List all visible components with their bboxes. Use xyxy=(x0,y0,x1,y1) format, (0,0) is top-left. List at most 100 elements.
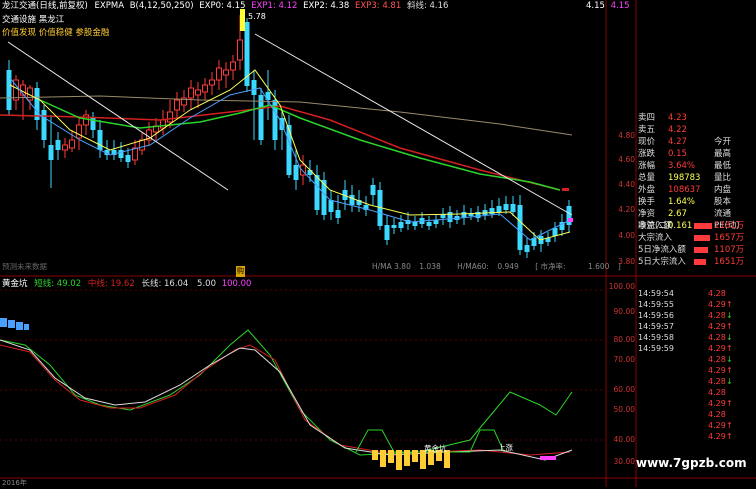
quote-row: 外盘 108637 内盘 xyxy=(638,184,756,196)
candle-body-up xyxy=(167,111,173,123)
indicator-axis-tick: 30.00 xyxy=(613,457,635,466)
candle-body-up xyxy=(237,39,243,61)
quote-value: 0.15 xyxy=(668,149,687,159)
candle-body-down xyxy=(426,222,432,226)
tick-time: 14:59:56 xyxy=(638,311,674,320)
tick-time: 14:59:55 xyxy=(638,300,674,309)
tick-row: 4.28 ↓ xyxy=(638,376,756,387)
golden-pit-bar xyxy=(404,450,410,466)
tick-row: 4.28 xyxy=(638,387,756,398)
candle-body-down xyxy=(307,170,313,175)
flow-value: 1651万 xyxy=(714,257,745,267)
flow-bar xyxy=(694,259,706,265)
indicator-grid xyxy=(0,289,606,441)
candle-body-down xyxy=(433,220,439,224)
indicator-bar xyxy=(16,322,23,330)
candle-body-down xyxy=(55,140,61,150)
tick-price: 4.28 xyxy=(708,410,726,419)
candle-body-down xyxy=(328,200,334,212)
quote-extra: 流通 xyxy=(714,209,732,219)
flow-label: 大宗流入 xyxy=(638,233,673,243)
flow-bar xyxy=(694,235,710,241)
indicator-title[interactable]: 黄金坑 xyxy=(2,279,28,289)
quote-row: 涨幅 3.64% 最低 xyxy=(638,160,756,172)
tick-price: 4.29 xyxy=(708,421,726,430)
quote-row: 净资 2.67 流通 xyxy=(638,208,756,220)
exp1-value: EXP1: 4.12 xyxy=(251,1,298,11)
indicator-header: 黄金坑 短线: 49.02 中线: 19.62 长线: 16.04 5.00 1… xyxy=(2,279,251,290)
candle-body-down xyxy=(335,210,341,218)
tick-arrow: ↑ xyxy=(726,421,733,430)
date-label: 2016年 xyxy=(2,479,27,487)
candle-body-up xyxy=(223,69,229,76)
mid-line-value: 中线: 19.62 xyxy=(87,279,135,289)
flow-row: 5日净流入额 1107万 xyxy=(638,244,756,256)
long-line xyxy=(0,339,573,461)
candle-body-down xyxy=(125,155,131,162)
tick-price: 4.29 xyxy=(708,432,726,441)
tick-row: 4.29 ↑ xyxy=(638,365,756,376)
quote-label: 卖五 xyxy=(638,125,656,135)
candle-body-down xyxy=(48,145,54,160)
price-a: 4.15 xyxy=(586,1,605,11)
exp2-value: EXP2: 4.38 xyxy=(303,1,350,11)
indicator-name[interactable]: EXPMA xyxy=(95,1,124,11)
short-line xyxy=(0,329,573,456)
candle-body-up xyxy=(202,84,208,93)
main-axis-tick: 4.20 xyxy=(618,205,635,214)
candle-body-down xyxy=(41,110,47,140)
indicator-bar xyxy=(8,320,15,328)
candle-body-up xyxy=(188,87,194,99)
indicator-bar xyxy=(24,324,29,330)
exp0-value: EXP0: 4.15 xyxy=(199,1,246,11)
quote-extra: 股本 xyxy=(714,197,732,207)
candle-body-up xyxy=(209,79,215,86)
tick-row: 14:59:54 4.28 xyxy=(638,288,756,299)
flow-bar xyxy=(694,247,708,253)
flow-label: 5日大宗流入 xyxy=(638,257,686,267)
main-axis-tick: 4.60 xyxy=(618,155,635,164)
quote-row: 换手 1.64% 股本 xyxy=(638,196,756,208)
candle-body-down xyxy=(286,125,292,175)
slope-value: 斜线: 4.16 xyxy=(406,1,449,11)
tick-row: 4.29 ↑ xyxy=(638,431,756,442)
tick-arrow: ↑ xyxy=(726,432,733,441)
quote-value: 2.67 xyxy=(668,209,687,219)
rise-tag: 上涨 xyxy=(498,443,513,452)
quote-label: 涨跌 xyxy=(638,149,656,159)
sector-label: 交通设施 黑龙江 xyxy=(2,15,65,25)
candle-body-down xyxy=(314,175,320,210)
tick-time: 14:59:57 xyxy=(638,322,674,331)
price-b: 4.15 xyxy=(610,1,630,11)
tick-row: 14:59:59 4.29 ↑ xyxy=(638,343,756,354)
flow-value: 1657万 xyxy=(714,233,745,243)
tick-price: 4.29 xyxy=(708,300,726,309)
tick-row: 14:59:56 4.28 ↓ xyxy=(638,310,756,321)
tick-arrow: ↑ xyxy=(726,366,733,375)
tick-row: 4.29 ↑ xyxy=(638,398,756,409)
flow-row: 净流入额 1181万 xyxy=(638,220,756,232)
candle-body-down xyxy=(517,205,523,250)
quote-extra: 量比 xyxy=(714,173,732,183)
quote-value: 3.64% xyxy=(668,161,696,171)
flow-value: 1107万 xyxy=(714,245,745,255)
future-data-note: 预测未来数据 xyxy=(2,262,47,271)
tick-price: 4.28 xyxy=(708,333,726,342)
quote-value: 4.23 xyxy=(668,113,687,123)
high-price-label: 5.78 xyxy=(248,12,266,21)
indicator-axis-tick: 60.00 xyxy=(613,385,635,394)
tick-price: 4.29 xyxy=(708,322,726,331)
tick-arrow: ↑ xyxy=(726,344,733,353)
golden-pit-bar xyxy=(372,450,378,460)
tick-arrow: ↓ xyxy=(726,377,733,386)
candle-body-up xyxy=(62,144,68,151)
quote-extra: 内盘 xyxy=(714,185,732,195)
main-axis-tick: 3.80 xyxy=(618,257,635,266)
golden-pit-bar xyxy=(380,450,386,467)
quote-row: 现价 4.27 今开 xyxy=(638,136,756,148)
hma60-value: 0.949 xyxy=(497,262,519,271)
flow-row: 5日大宗流入 1651万 xyxy=(638,256,756,268)
long-line-value: 长线: 16.04 xyxy=(141,279,189,289)
candle-body-up xyxy=(230,61,236,71)
tick-price: 4.28 xyxy=(708,388,726,397)
